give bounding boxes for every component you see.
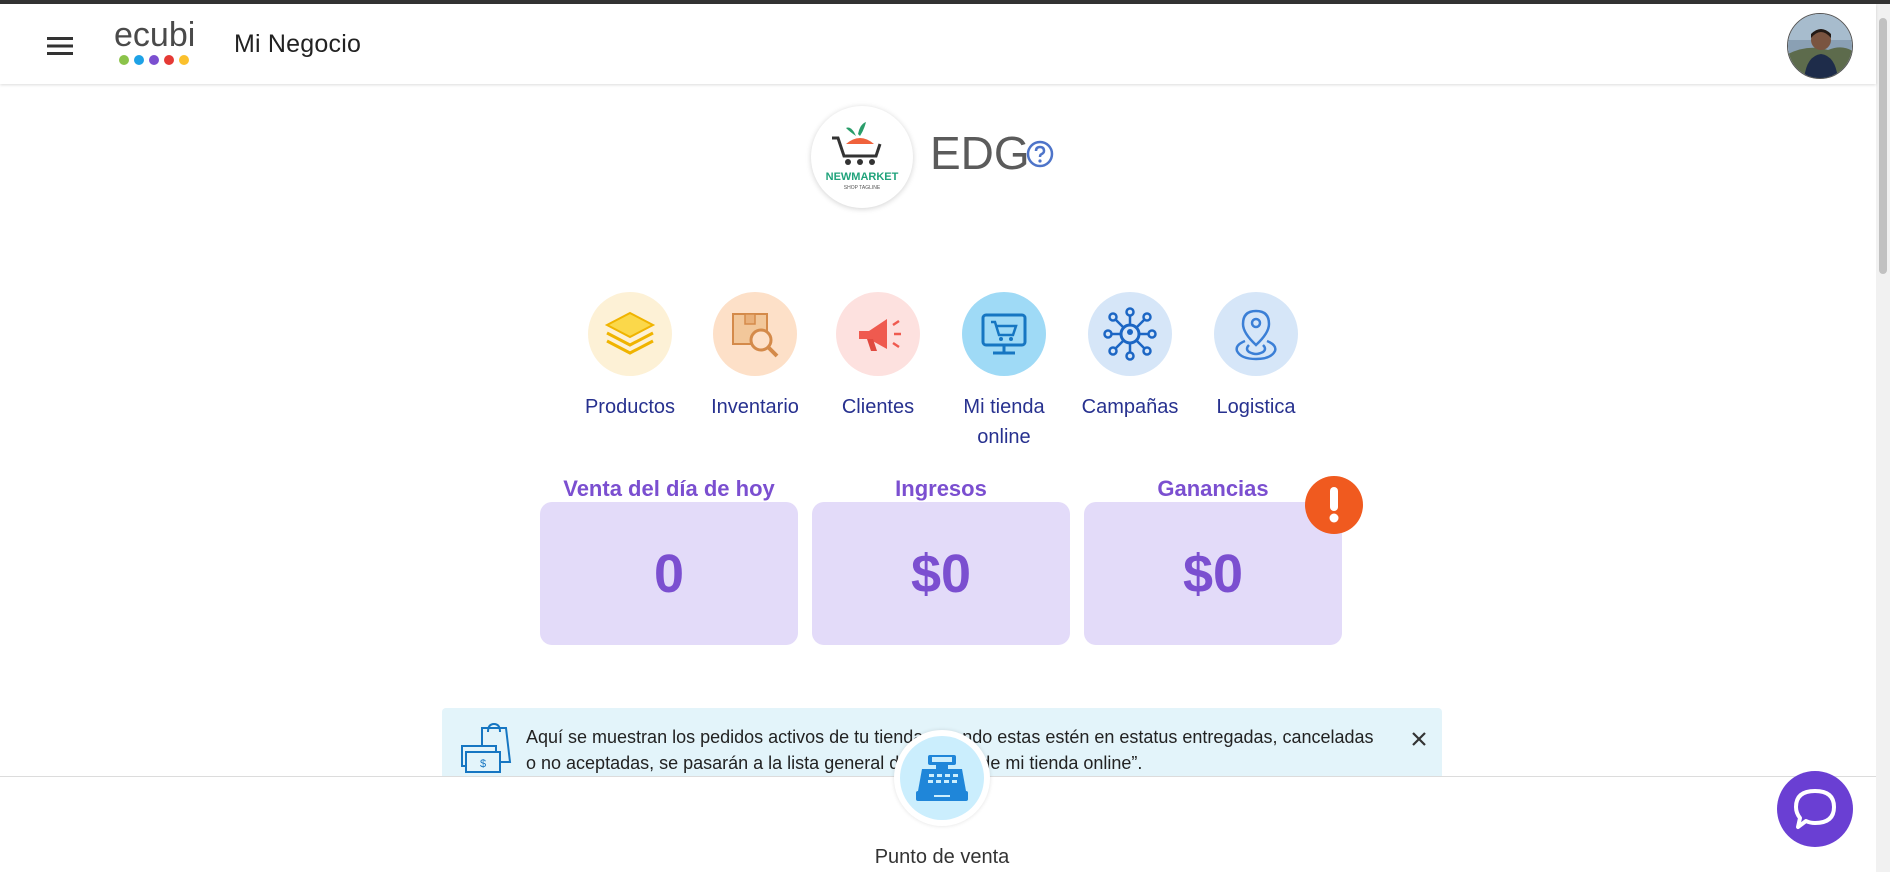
exclamation-icon[interactable] [1305,476,1363,534]
close-icon[interactable] [1404,724,1434,754]
cash-register-icon [900,736,984,820]
hamburger-menu-icon[interactable] [40,28,80,64]
nav-label: Productos [584,396,676,418]
online-store-icon [962,292,1046,376]
nav-label: Campañas [1081,396,1179,418]
nav-item-logistica[interactable]: Logistica [1196,292,1316,422]
page-title: Mi Negocio [234,30,362,58]
network-icon [1088,292,1172,376]
layers-icon [588,292,672,376]
nav-label: Clientes [841,396,915,418]
nav-item-inventario[interactable]: Inventario [695,292,815,422]
punto-de-venta-button[interactable] [894,730,990,826]
chat-bubble-icon[interactable] [1777,771,1853,847]
app-bar: ecubi Mi Negocio [0,4,1876,84]
shopping-bag-money-icon: $ [460,722,514,776]
kpi-card-venta-hoy[interactable]: 0 [540,502,798,645]
nav-label: Logistica [1216,396,1296,418]
kpi-value: 0 [653,543,685,604]
ecubi-logo[interactable]: ecubi [112,16,212,70]
logo-text: ecubi [114,18,195,54]
nav-item-clientes[interactable]: Clientes [818,292,938,422]
nav-label: Inventario [711,396,799,418]
kpi-card-ingresos[interactable]: $0 [812,502,1070,645]
nav-item-mi-tienda-online[interactable]: Mi tienda online [944,292,1064,452]
kpi-title-venta-hoy: Venta del día de hoy [563,476,775,501]
store-logo-subtext: SHOP TAGLINE [844,185,881,191]
page-scrollbar[interactable] [1876,4,1890,872]
kpi-card-ganancias[interactable]: $0 [1084,502,1342,645]
kpi-title-ingresos: Ingresos [895,476,987,501]
inventory-search-icon [713,292,797,376]
punto-de-venta-label: Punto de venta [874,846,1010,868]
store-logo: NEWMARKET SHOP TAGLINE [811,106,913,208]
kpi-value: $0 [910,543,972,604]
store-logo-text: NEWMARKET [826,171,899,183]
nav-item-campanas[interactable]: Campañas [1070,292,1190,422]
nav-label: Mi tienda online [963,396,1045,448]
store-name: EDG [930,127,1030,179]
svg-text:$: $ [480,758,486,770]
help-circle-icon[interactable] [1026,140,1054,168]
user-avatar[interactable] [1787,13,1853,79]
kpi-title-ganancias: Ganancias [1157,476,1269,501]
location-pin-icon [1214,292,1298,376]
nav-item-productos[interactable]: Productos [570,292,690,422]
scrollbar-thumb[interactable] [1879,18,1887,274]
megaphone-icon [836,292,920,376]
kpi-value: $0 [1182,543,1244,604]
